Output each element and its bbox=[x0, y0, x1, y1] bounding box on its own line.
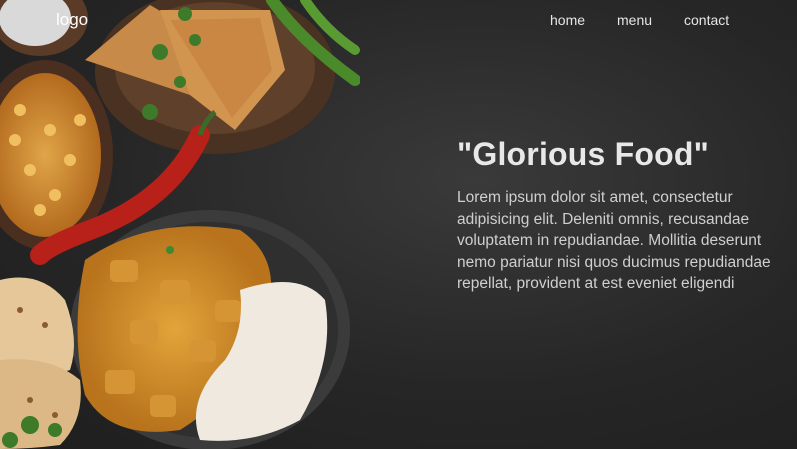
hero-title: "Glorious Food" bbox=[457, 136, 709, 172]
nav-link-home[interactable]: home bbox=[550, 12, 585, 28]
top-navigation: logo home menu contact bbox=[0, 0, 797, 40]
hero-description: Lorem ipsum dolor sit amet, consectetur … bbox=[457, 189, 771, 292]
nav-link-contact[interactable]: contact bbox=[684, 12, 729, 28]
hero-section: "Glorious Food" Lorem ipsum dolor sit am… bbox=[457, 136, 787, 295]
logo-link[interactable]: logo bbox=[56, 10, 88, 30]
nav-link-menu[interactable]: menu bbox=[617, 12, 652, 28]
food-photo bbox=[0, 0, 360, 449]
